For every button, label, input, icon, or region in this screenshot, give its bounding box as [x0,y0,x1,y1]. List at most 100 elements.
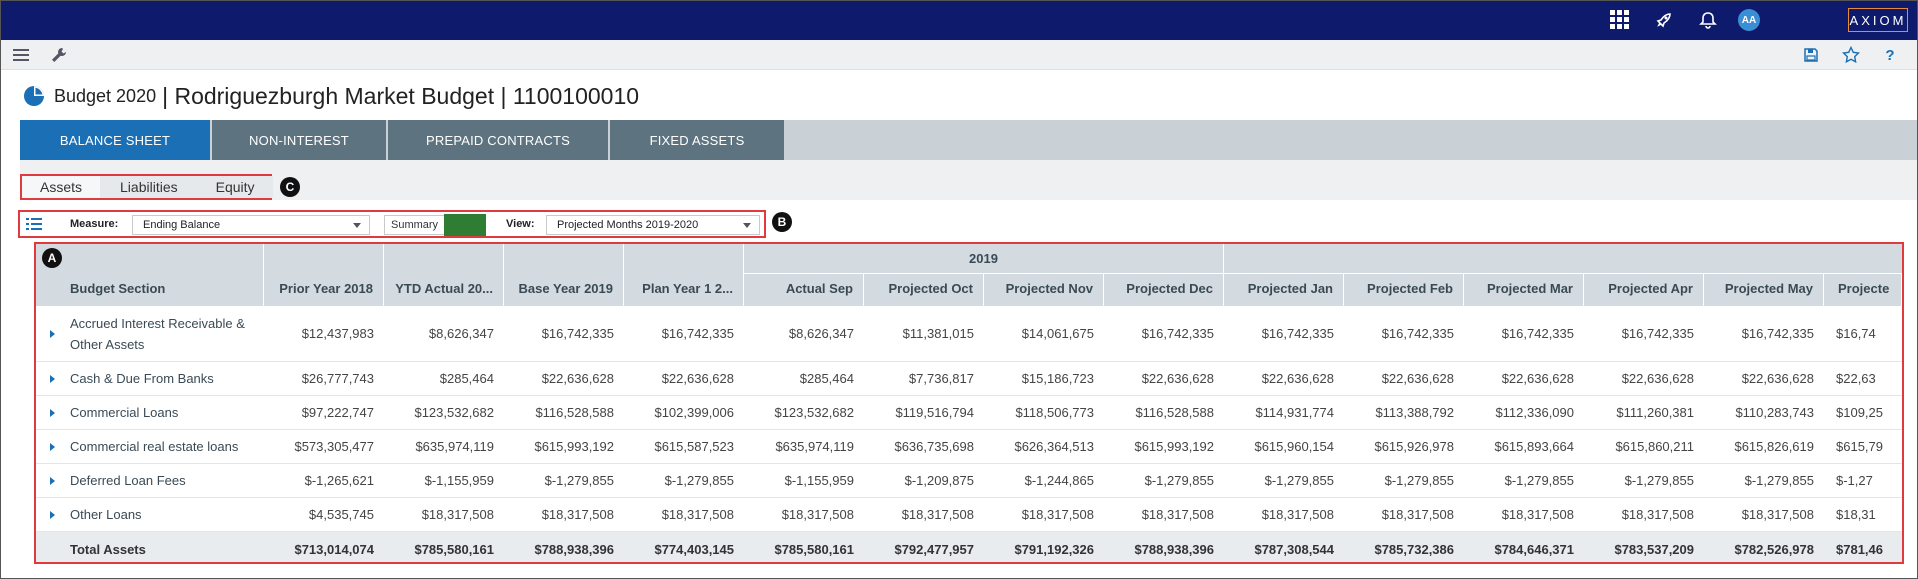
callout-a: A [42,248,62,268]
tab-balance-sheet[interactable]: BALANCE SHEET [20,120,210,160]
expand-arrow-icon[interactable] [50,442,55,451]
expand-arrow-icon[interactable] [50,329,55,338]
column-header[interactable]: Projected Jan [1224,274,1344,306]
column-header[interactable]: Projecte [1824,274,1902,306]
table-cell: $18,317,508 [901,507,974,522]
row-label: Deferred Loan Fees [70,473,186,488]
table-cell: $18,317,508 [1261,507,1334,522]
row-label: Total Assets [70,541,146,557]
table-cell: $615,893,664 [1494,439,1574,454]
budget-table: Budget Section Prior Year 2018 YTD Actua… [34,242,1904,564]
column-header[interactable]: Projected Dec [1104,274,1224,306]
table-cell: $8,626,347 [788,326,854,341]
table-row[interactable]: Accrued Interest Receivable & Other Asse… [36,306,1902,362]
expand-arrow-icon[interactable] [50,476,55,485]
subtab-assets[interactable]: Assets [22,176,101,198]
tab-non-interest[interactable]: NON-INTEREST [212,120,386,160]
subtab-liabilities[interactable]: Liabilities [100,176,198,198]
table-cell: $22,636,628 [1741,371,1814,386]
bell-icon[interactable] [1696,8,1720,32]
row-label: Cash & Due From Banks [70,371,214,386]
row-label: Commercial real estate loans [70,439,239,454]
table-cell: $116,528,588 [535,405,614,420]
callout-c: C [280,177,300,197]
tab-fixed-assets[interactable]: FIXED ASSETS [610,120,784,160]
column-header[interactable]: YTD Actual 20... [384,244,504,306]
subtab-equity[interactable]: Equity [197,176,273,198]
table-cell: $18,317,508 [661,507,734,522]
wrench-icon[interactable] [49,45,69,65]
table-cell: $22,636,628 [1261,371,1334,386]
rocket-icon[interactable] [1652,8,1676,32]
table-cell: $774,403,145 [654,541,734,557]
table-cell: $285,464 [799,371,854,386]
expand-arrow-icon[interactable] [50,408,55,417]
apps-grid-icon[interactable] [1610,10,1629,29]
avatar[interactable]: AA [1738,9,1760,31]
column-header[interactable]: Projected Oct [864,274,984,306]
column-header[interactable]: Actual Sep [744,274,864,306]
measure-label: Measure: [70,218,119,230]
table-cell: $22,636,628 [661,371,734,386]
table-cell: $26,777,743 [301,371,374,386]
table-cell: $788,938,396 [534,541,614,557]
table-cell: $109,25 [1836,405,1883,420]
column-header[interactable]: Projected Mar [1464,274,1584,306]
table-cell: $785,580,161 [414,541,494,557]
save-icon[interactable] [1801,45,1821,65]
view-label: View: [506,218,535,230]
table-cell: $12,437,983 [301,326,374,341]
table-row[interactable]: Commercial real estate loans $573,305,477… [36,430,1902,464]
table-row[interactable]: Commercial Loans $97,222,747 $123,532,682 $… [36,396,1902,430]
table-cell: $782,526,978 [1734,541,1814,557]
table-cell: $8,626,347 [428,326,494,341]
table-row[interactable]: Deferred Loan Fees $-1,265,621 $-1,155,959… [36,464,1902,498]
subtab-band [20,160,1918,200]
table-cell: $22,636,628 [1381,371,1454,386]
pie-chart-icon [24,86,44,106]
table-row[interactable]: Cash & Due From Banks $26,777,743 $285,464… [36,362,1902,396]
column-header[interactable]: Prior Year 2018 [264,244,384,306]
table-cell: $22,636,628 [1141,371,1214,386]
expand-arrow-icon[interactable] [50,374,55,383]
column-header[interactable]: Base Year 2019 [504,244,624,306]
star-icon[interactable] [1841,45,1861,65]
table-cell: $16,74 [1836,326,1876,341]
column-header[interactable]: Projected Apr [1584,274,1704,306]
hamburger-menu-icon[interactable] [11,45,31,65]
chevron-down-icon [353,223,361,228]
column-header[interactable]: Projected May [1704,274,1824,306]
table-cell: $123,532,682 [774,405,854,420]
summary-toggle[interactable] [444,214,486,236]
column-header[interactable]: Projected Feb [1344,274,1464,306]
chevron-down-icon [743,223,751,228]
measure-select[interactable]: Ending Balance [132,215,370,235]
table-cell: $-1,27 [1836,473,1873,488]
expand-arrow-icon[interactable] [50,510,55,519]
column-header[interactable]: Plan Year 1 2... [624,244,744,306]
table-cell: $785,580,161 [774,541,854,557]
table-cell: $636,735,698 [894,439,974,454]
table-row[interactable]: Other Loans $4,535,745 $18,317,508 $18,317,… [36,498,1902,532]
table-cell: $-1,279,855 [1624,473,1694,488]
table-cell: $-1,279,855 [1744,473,1814,488]
table-cell: $4,535,745 [308,507,374,522]
horizontal-scrollbar[interactable] [36,562,1902,564]
table-cell: $-1,279,855 [1384,473,1454,488]
summary-label: Summary [384,215,446,235]
axiom-logo: AXIOM [1848,8,1908,32]
view-select[interactable]: Projected Months 2019-2020 [546,215,760,235]
table-cell: $-1,265,621 [304,473,374,488]
list-view-icon[interactable] [26,217,42,236]
tab-prepaid-contracts[interactable]: PREPAID CONTRACTS [388,120,608,160]
table-cell: $18,317,508 [421,507,494,522]
column-header[interactable]: Budget Section [36,244,264,306]
total-row[interactable]: Total Assets $713,014,074 $785,580,161 $788… [36,532,1902,562]
column-header[interactable]: Projected Nov [984,274,1104,306]
table-cell: $615,826,619 [1734,439,1814,454]
help-icon[interactable]: ? [1880,45,1900,65]
row-label: Accrued Interest Receivable & Other Asse… [70,315,245,352]
table-cell: $22,636,628 [1621,371,1694,386]
table-cell: $615,960,154 [1254,439,1334,454]
table-cell: $713,014,074 [294,541,374,557]
